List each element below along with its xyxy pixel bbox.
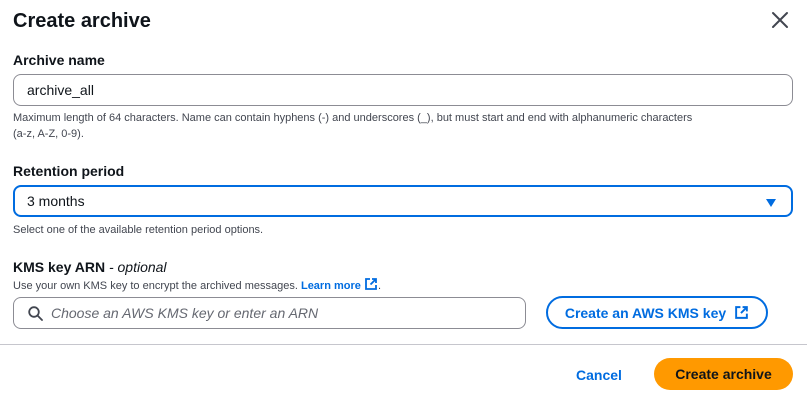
footer-divider xyxy=(0,344,807,345)
kms-key-label: KMS key ARN - optional xyxy=(13,257,167,277)
retention-period-value: 3 months xyxy=(27,193,85,209)
kms-key-search-input[interactable]: Choose an AWS KMS key or enter an ARN xyxy=(13,297,526,329)
learn-more-link[interactable]: Learn more xyxy=(300,278,378,292)
kms-key-placeholder: Choose an AWS KMS key or enter an ARN xyxy=(51,305,319,321)
kms-description-text: Use your own KMS key to encrypt the arch… xyxy=(13,280,298,292)
retention-period-select[interactable]: 3 months xyxy=(13,185,793,217)
learn-more-label: Learn more xyxy=(300,280,361,292)
close-button[interactable] xyxy=(766,6,794,34)
create-kms-key-button[interactable]: Create an AWS KMS key xyxy=(546,296,768,329)
external-link-icon xyxy=(365,278,377,290)
retention-period-hint: Select one of the available retention pe… xyxy=(13,224,264,236)
archive-name-input[interactable]: archive_all xyxy=(13,74,793,106)
kms-key-description: Use your own KMS key to encrypt the arch… xyxy=(13,277,381,295)
retention-period-label: Retention period xyxy=(13,163,125,179)
archive-name-value: archive_all xyxy=(27,82,94,98)
archive-name-hint-line1: Maximum length of 64 characters. Name ca… xyxy=(13,112,693,124)
search-icon xyxy=(28,305,43,321)
cancel-button[interactable]: Cancel xyxy=(566,361,632,389)
create-kms-key-label: Create an AWS KMS key xyxy=(564,304,727,321)
caret-down-icon xyxy=(766,199,776,207)
modal-title: Create archive xyxy=(13,10,151,32)
close-icon xyxy=(772,12,788,28)
kms-key-label-text: KMS key ARN xyxy=(13,259,106,275)
archive-name-hint-line2: (a-z, A-Z, 0-9). xyxy=(13,128,84,140)
create-archive-button[interactable]: Create archive xyxy=(654,358,793,390)
archive-name-label: Archive name xyxy=(13,52,105,68)
kms-key-optional: - optional xyxy=(108,259,167,275)
kms-description-end: . xyxy=(377,280,382,292)
external-link-icon xyxy=(735,306,748,319)
create-archive-modal: Create archive Archive name archive_all … xyxy=(0,0,807,396)
